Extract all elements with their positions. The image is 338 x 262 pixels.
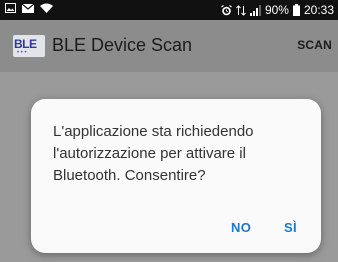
scan-button[interactable]: SCAN <box>297 38 332 52</box>
app-logo-dots: • • • <box>17 50 27 56</box>
wifi-icon <box>40 3 53 13</box>
status-bar-left <box>5 3 53 13</box>
battery-percent: 90% <box>264 3 289 17</box>
allow-button[interactable]: SÌ <box>284 220 297 235</box>
deny-button[interactable]: NO <box>231 220 251 235</box>
status-time: 20:33 <box>303 3 334 17</box>
status-bar-right: 90% 20:33 <box>221 2 334 18</box>
alarm-icon <box>221 4 232 16</box>
app-bar: BLE • • • BLE Device Scan SCAN <box>0 20 338 72</box>
status-bar: 90% 20:33 <box>0 0 338 20</box>
battery-icon <box>292 4 300 16</box>
network-icon <box>236 4 246 16</box>
app-logo-text: BLE <box>14 37 37 51</box>
bluetooth-permission-dialog: L'applicazione sta richiedendo l'autoriz… <box>31 99 321 253</box>
dialog-message: L'applicazione sta richiedendo l'autoriz… <box>53 123 254 184</box>
signal-icon <box>249 4 261 16</box>
app-logo: BLE • • • <box>13 35 45 57</box>
app-title: BLE Device Scan <box>52 35 193 55</box>
mail-icon <box>21 3 35 13</box>
image-icon <box>5 3 16 13</box>
